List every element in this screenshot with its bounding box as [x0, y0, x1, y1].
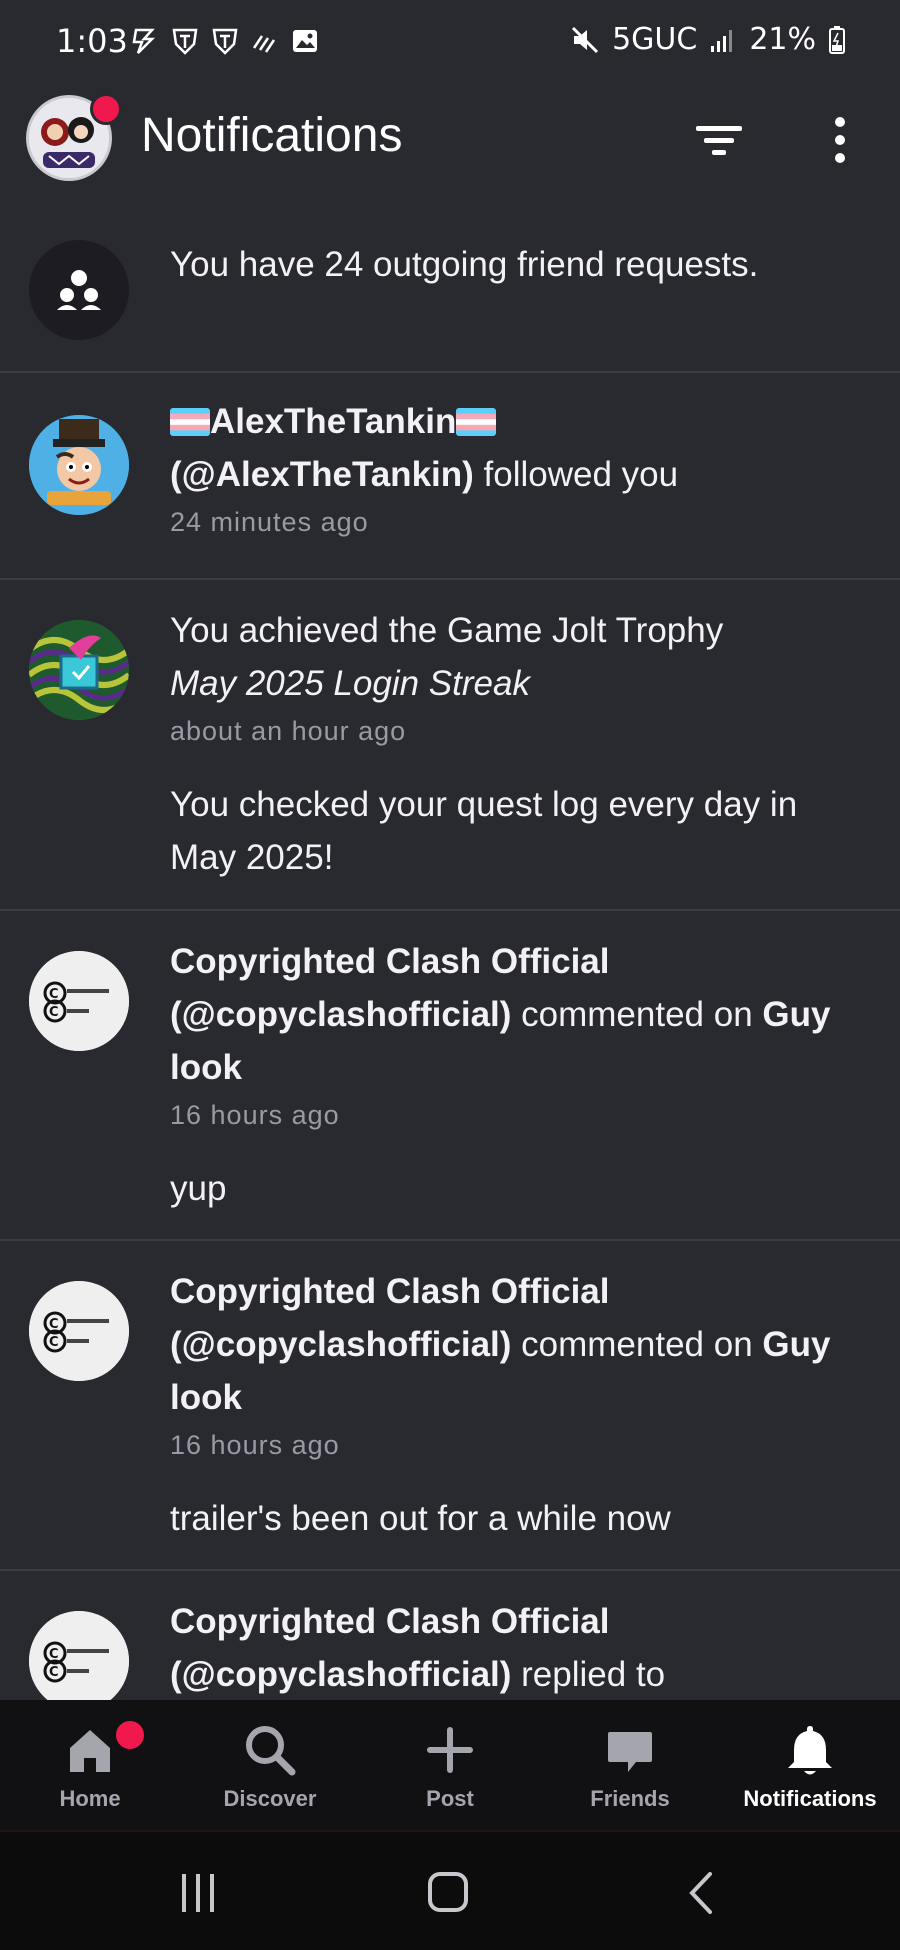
notification-time: 16 hours ago: [170, 1430, 340, 1460]
notification-time: 16 hours ago: [170, 1100, 340, 1130]
nav-label: Discover: [223, 1786, 317, 1811]
plus-icon: [427, 1727, 473, 1773]
home-icon: [70, 1730, 110, 1772]
app-header: Notifications: [0, 90, 900, 200]
notification-action: commented on: [521, 995, 753, 1034]
notification-action: followed you: [483, 455, 679, 494]
notification-reply[interactable]: C C Copyrighted Clash Official (@copycla…: [0, 1571, 900, 1700]
nav-label: Post: [426, 1786, 474, 1811]
bottom-navigation: Home Discover Post Friends Notifications: [0, 1700, 900, 1832]
notification-text: You have 24 outgoing friend requests.: [170, 245, 759, 284]
signal-bars-icon: [711, 29, 733, 52]
user-handle[interactable]: (@AlexTheTankin): [170, 455, 474, 494]
notification-content: Copyrighted Clash Official (@copyclashof…: [170, 935, 872, 1215]
nav-discover[interactable]: Discover: [180, 1700, 360, 1830]
network-type: 5GUC: [612, 22, 698, 57]
notification-trophy[interactable]: You achieved the Game Jolt Trophy May 20…: [0, 580, 900, 911]
profile-notification-dot: [90, 93, 122, 125]
transformers-icon: [212, 28, 238, 55]
user-display-name[interactable]: Copyrighted Clash Official: [170, 942, 610, 981]
user-display-name[interactable]: Copyrighted Clash Official: [170, 1272, 610, 1311]
page-title: Notifications: [141, 109, 403, 162]
recent-apps-icon[interactable]: [168, 1868, 228, 1918]
nav-notifications[interactable]: Notifications: [720, 1700, 900, 1830]
transformers-icon: [172, 28, 198, 55]
user-handle[interactable]: (@copyclashofficial): [170, 1655, 511, 1694]
notification-body: You checked your quest log every day in …: [170, 785, 798, 877]
user-display-name[interactable]: Copyrighted Clash Official: [170, 1602, 610, 1641]
status-system-indicators: 5GUC 21%: [570, 22, 846, 57]
comment-text: trailer's been out for a while now: [170, 1499, 671, 1538]
svg-text:C: C: [49, 1005, 59, 1020]
notification-text: You achieved the Game Jolt Trophy: [170, 611, 724, 650]
user-avatar[interactable]: C C: [29, 1611, 129, 1700]
nav-label: Notifications: [743, 1786, 877, 1811]
notification-content: Copyrighted Clash Official (@copyclashof…: [170, 1265, 872, 1545]
notification-content: You achieved the Game Jolt Trophy May 20…: [170, 604, 872, 884]
system-navigation-bar: [0, 1832, 900, 1950]
friend-requests-icon-container: [29, 240, 129, 340]
notification-action: commented on: [521, 1325, 753, 1364]
transgender-flag-icon: [170, 408, 210, 436]
nav-label: Home: [59, 1786, 121, 1811]
signal-wave-icon: [252, 35, 276, 53]
svg-text:C: C: [49, 1335, 59, 1350]
user-display-name[interactable]: AlexTheTankin: [170, 402, 497, 441]
nav-home[interactable]: Home: [0, 1700, 180, 1830]
notification-friend-requests[interactable]: You have 24 outgoing friend requests.: [0, 230, 900, 373]
gallery-icon: [293, 30, 317, 52]
notification-content: AlexTheTankin (@AlexTheTankin) followed …: [170, 395, 872, 543]
user-handle[interactable]: (@copyclashofficial): [170, 995, 511, 1034]
notification-action: replied to: [521, 1655, 666, 1694]
mute-icon: [572, 26, 599, 53]
user-avatar[interactable]: [29, 415, 129, 515]
user-display-name-text: AlexTheTankin: [210, 402, 457, 441]
home-system-icon[interactable]: [418, 1868, 478, 1918]
notification-content: You have 24 outgoing friend requests.: [170, 238, 872, 291]
trophy-name[interactable]: May 2025 Login Streak: [170, 664, 530, 703]
nav-friends[interactable]: Friends: [540, 1700, 720, 1830]
transgender-flag-icon: [456, 408, 497, 436]
flash-icon: [132, 28, 156, 54]
notification-time: 24 minutes ago: [170, 507, 369, 537]
notification-time: about an hour ago: [170, 716, 407, 746]
user-handle[interactable]: (@copyclashofficial): [170, 1325, 511, 1364]
bell-icon: [788, 1726, 832, 1775]
notification-content: Copyrighted Clash Official (@copyclashof…: [170, 1595, 872, 1700]
nav-post[interactable]: Post: [360, 1700, 540, 1830]
status-time: 1:03: [56, 22, 128, 60]
home-badge: [113, 1718, 147, 1752]
filter-icon[interactable]: [694, 114, 746, 166]
chat-icon: [608, 1732, 652, 1772]
friend-requests-icon: [57, 270, 101, 310]
user-avatar[interactable]: C C: [29, 1281, 129, 1381]
trophy-avatar[interactable]: [29, 620, 129, 720]
more-vertical-icon[interactable]: [820, 114, 860, 166]
status-bar: 1:03 5GUC 21%: [0, 0, 900, 90]
notification-follow[interactable]: AlexTheTankin (@AlexTheTankin) followed …: [0, 373, 900, 580]
back-icon[interactable]: [674, 1868, 734, 1918]
notification-comment[interactable]: C C Copyrighted Clash Official (@copycla…: [0, 1241, 900, 1571]
svg-text:C: C: [49, 1665, 59, 1680]
notifications-feed[interactable]: You have 24 outgoing friend requests. Al…: [0, 230, 900, 1700]
nav-label: Friends: [590, 1786, 670, 1811]
search-icon: [246, 1726, 296, 1776]
notification-comment[interactable]: C C Copyrighted Clash Official (@copycla…: [0, 911, 900, 1241]
comment-text: yup: [170, 1169, 227, 1208]
battery-icon: [829, 25, 845, 54]
user-avatar[interactable]: C C: [29, 951, 129, 1051]
battery-percent: 21%: [749, 22, 816, 57]
status-notification-icons: [130, 26, 320, 56]
